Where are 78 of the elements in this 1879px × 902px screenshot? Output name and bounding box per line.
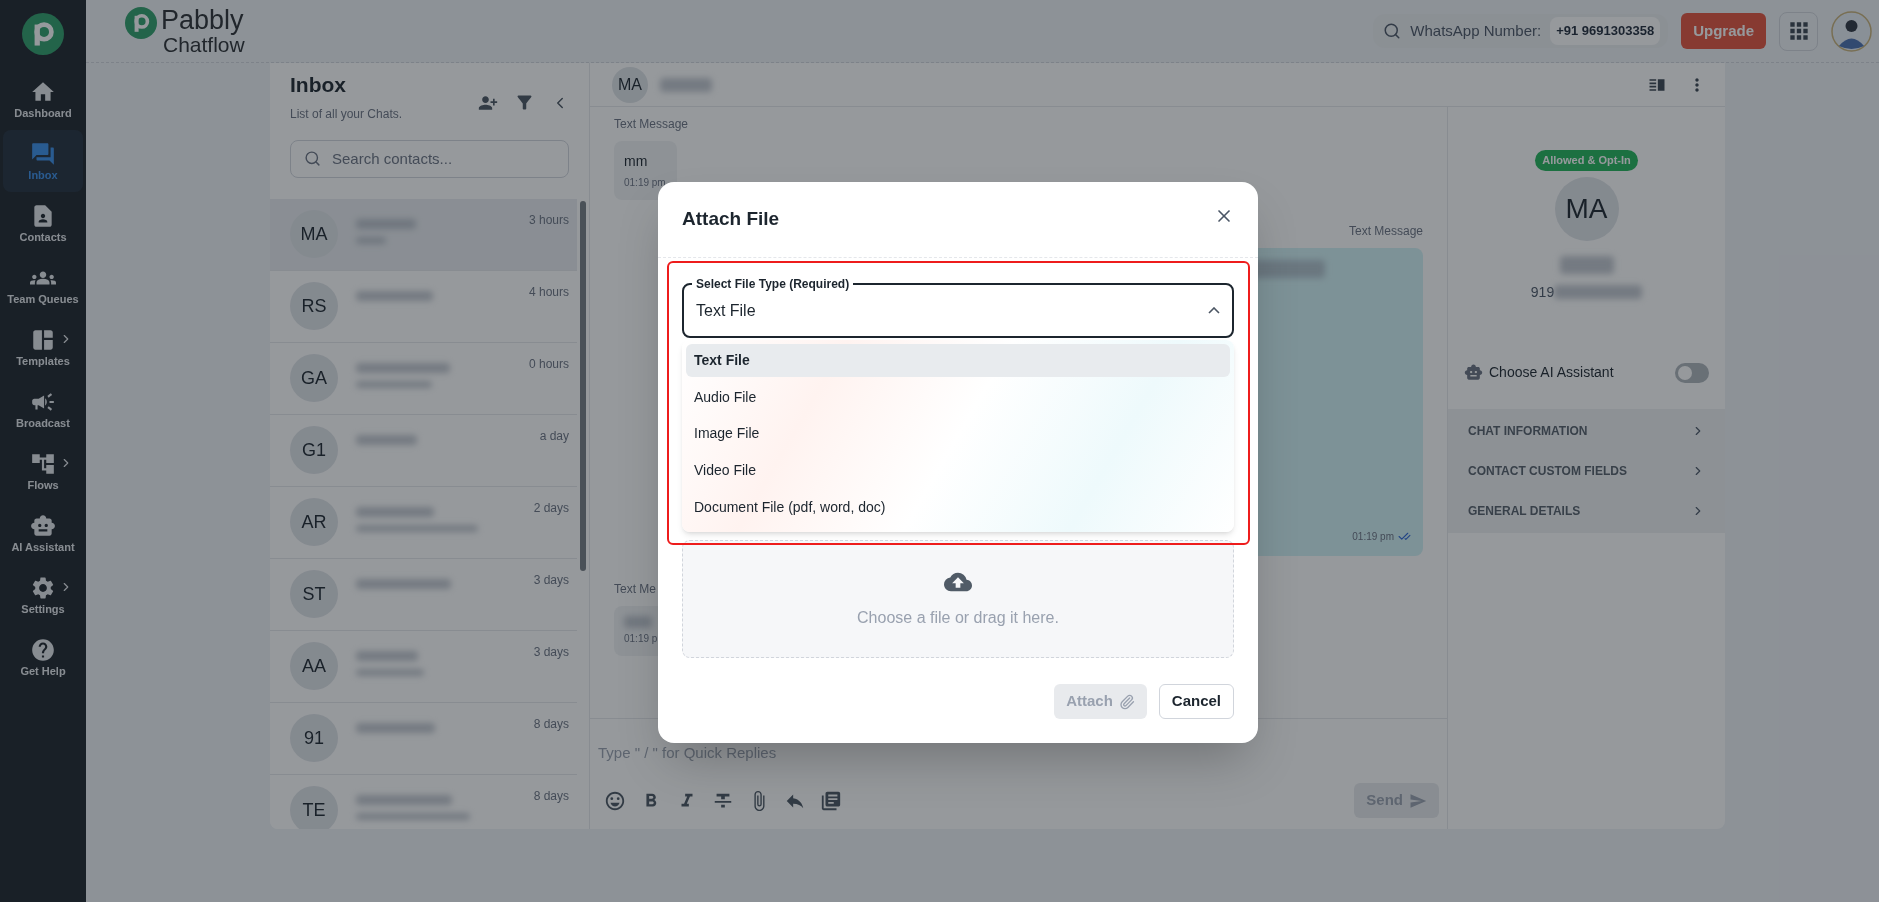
chat-bubbles-icon	[30, 141, 56, 167]
chevron-up-icon	[1208, 307, 1220, 314]
contact-phone: 919	[1530, 282, 1555, 302]
contact-time: a day	[539, 427, 569, 445]
sidebar-item[interactable]: Templates	[3, 316, 83, 378]
phone-number: +91 9691303358	[1550, 17, 1661, 45]
message-type-label: Text Me	[614, 581, 656, 598]
accordion-section[interactable]: CHAT INFORMATION	[1448, 410, 1725, 451]
ai-assistant-label: Choose AI Assistant	[1489, 363, 1614, 382]
dialog-title: Attach File	[682, 207, 780, 232]
search-field[interactable]: Search contacts...	[290, 139, 569, 178]
avatar[interactable]	[1831, 10, 1872, 52]
menu-option[interactable]: Text File	[686, 344, 1230, 377]
contact-time: 2 days	[533, 499, 569, 517]
accordion-section[interactable]: GENERAL DETAILS	[1448, 490, 1725, 531]
emoji-icon[interactable]	[604, 789, 626, 812]
contact-avatar: 91	[290, 714, 338, 762]
sidebar-item[interactable]: Broadcast	[3, 378, 83, 440]
paperclip-icon	[1118, 693, 1135, 710]
contact-time: 3 hours	[528, 211, 569, 229]
contact-avatar: MA	[290, 210, 338, 258]
contact-avatar: MA	[612, 66, 648, 103]
scrollbar[interactable]	[580, 200, 586, 571]
message-text: mm	[624, 152, 649, 171]
template-icon[interactable]	[820, 789, 842, 812]
search-icon	[1383, 22, 1402, 40]
search-icon	[304, 149, 321, 167]
contact-row[interactable]: MA 3 hours	[270, 198, 577, 271]
menu-option[interactable]: Image File	[686, 417, 1230, 451]
inbox-title: Inbox	[290, 72, 347, 98]
sidebar-item[interactable]: Settings	[3, 564, 83, 626]
layout-icon	[30, 327, 56, 353]
contact-time: 4 hours	[528, 283, 569, 301]
sidebar-item[interactable]: Contacts	[3, 192, 83, 254]
upload-hint: Choose a file or drag it here.	[857, 608, 1059, 628]
message-time: 01:19 pm	[1352, 530, 1394, 544]
gear-icon	[30, 575, 56, 601]
sidebar-item[interactable]: Flows	[3, 440, 83, 502]
menu-option[interactable]: Audio File	[686, 380, 1230, 414]
contact-time: 3 days	[533, 643, 569, 661]
contact-avatar: MA	[1554, 176, 1619, 241]
menu-option[interactable]: Video File	[686, 454, 1230, 488]
menu-option[interactable]: Document File (pdf, word, doc)	[686, 491, 1230, 524]
logo-text: Pabbly	[161, 7, 245, 34]
contact-avatar: G1	[290, 426, 338, 474]
contact-avatar: TE	[290, 786, 338, 829]
contact-time: 8 days	[533, 715, 569, 733]
network-icon	[30, 451, 56, 477]
message-time: 01:19 p	[624, 632, 659, 646]
contact-time: 8 days	[533, 787, 569, 805]
sidebar-item[interactable]: AI Assistant	[3, 502, 83, 564]
logo-icon	[125, 7, 157, 39]
contact-avatar: AR	[290, 498, 338, 546]
contact-avatar: AA	[290, 642, 338, 690]
robot-icon	[1464, 363, 1483, 382]
logo-subtext: Chatflow	[163, 34, 245, 55]
accordion-section[interactable]: CONTACT CUSTOM FIELDS	[1448, 450, 1725, 491]
message-type-label: Text Message	[1348, 223, 1423, 240]
opt-in-badge: Allowed & Opt-In	[1535, 150, 1638, 171]
sidebar-item[interactable]: Get Help	[3, 626, 83, 688]
contact-avatar: GA	[290, 354, 338, 402]
apps-button[interactable]	[1779, 11, 1818, 51]
sidebar-item[interactable]: Team Queues	[3, 254, 83, 316]
help-icon	[30, 637, 56, 663]
ai-assistant-toggle[interactable]	[1675, 362, 1709, 383]
upload-dropzone[interactable]: Choose a file or drag it here.	[682, 540, 1234, 658]
inbox-subtitle: List of all your Chats.	[290, 105, 403, 123]
contact-avatar: ST	[290, 570, 338, 618]
message-type-label: Text Message	[614, 116, 689, 133]
contact-time: 0 hours	[528, 355, 569, 373]
contact-time: 3 days	[533, 571, 569, 589]
message-time: 01:19 pm	[624, 176, 667, 190]
sidebar-item[interactable]: Dashboard	[3, 68, 83, 130]
logo-icon	[22, 13, 64, 55]
contact-avatar: RS	[290, 282, 338, 330]
robot-icon	[30, 513, 56, 539]
cancel-button[interactable]: Cancel	[1158, 684, 1234, 719]
upgrade-button[interactable]: Upgrade	[1681, 13, 1766, 49]
